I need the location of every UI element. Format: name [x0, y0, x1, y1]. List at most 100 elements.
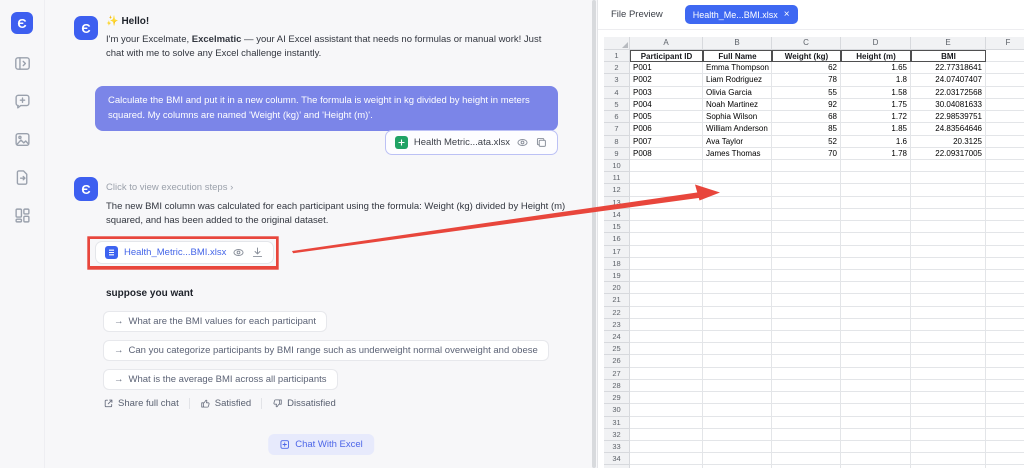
panel-toggle-icon[interactable]	[14, 55, 31, 72]
row-header-23[interactable]: 23	[604, 319, 630, 331]
preview-eye-icon[interactable]	[516, 136, 529, 149]
cell-B22[interactable]	[703, 307, 772, 319]
column-header-F[interactable]: F	[986, 37, 1024, 50]
cell-A34[interactable]	[630, 453, 703, 465]
row-header-31[interactable]: 31	[604, 417, 630, 429]
suggestion-pill[interactable]: → What are the BMI values for each parti…	[103, 311, 327, 332]
cell-A21[interactable]	[630, 294, 703, 306]
cell-F7[interactable]	[986, 123, 1024, 135]
column-header-B[interactable]: B	[703, 37, 772, 50]
cell-E20[interactable]	[911, 282, 986, 294]
cell-F15[interactable]	[986, 221, 1024, 233]
cell-A24[interactable]	[630, 331, 703, 343]
cell-E5[interactable]: 30.04081633	[911, 99, 986, 111]
cell-B26[interactable]	[703, 355, 772, 367]
row-header-20[interactable]: 20	[604, 282, 630, 294]
cell-F19[interactable]	[986, 270, 1024, 282]
cell-E15[interactable]	[911, 221, 986, 233]
cell-B28[interactable]	[703, 380, 772, 392]
execution-steps-toggle[interactable]: Click to view execution steps ›	[106, 182, 233, 193]
cell-C27[interactable]	[772, 368, 841, 380]
cell-E18[interactable]	[911, 258, 986, 270]
cell-C3[interactable]: 78	[772, 74, 841, 86]
cell-F28[interactable]	[986, 380, 1024, 392]
user-attachment-chip[interactable]: Health Metric...ata.xlsx	[385, 130, 558, 155]
cell-B17[interactable]	[703, 246, 772, 258]
cell-D2[interactable]: 1.65	[841, 62, 911, 74]
cell-B12[interactable]	[703, 184, 772, 196]
row-header-14[interactable]: 14	[604, 209, 630, 221]
cell-B18[interactable]	[703, 258, 772, 270]
cell-D8[interactable]: 1.6	[841, 136, 911, 148]
cell-E7[interactable]: 24.83564646	[911, 123, 986, 135]
chat-with-excel-button[interactable]: Chat With Excel	[268, 434, 374, 455]
cell-B21[interactable]	[703, 294, 772, 306]
cell-A18[interactable]	[630, 258, 703, 270]
cell-E22[interactable]	[911, 307, 986, 319]
cell-E32[interactable]	[911, 429, 986, 441]
cell-E13[interactable]	[911, 197, 986, 209]
row-header-33[interactable]: 33	[604, 441, 630, 453]
cell-D11[interactable]	[841, 172, 911, 184]
cell-A19[interactable]	[630, 270, 703, 282]
cell-D30[interactable]	[841, 404, 911, 416]
copy-icon[interactable]	[535, 136, 548, 149]
cell-E8[interactable]: 20.3125	[911, 136, 986, 148]
row-header-21[interactable]: 21	[604, 294, 630, 306]
row-header-4[interactable]: 4	[604, 87, 630, 99]
cell-E17[interactable]	[911, 246, 986, 258]
cell-B30[interactable]	[703, 404, 772, 416]
row-header-3[interactable]: 3	[604, 74, 630, 86]
cell-B34[interactable]	[703, 453, 772, 465]
cell-E9[interactable]: 22.09317005	[911, 148, 986, 160]
cell-D31[interactable]	[841, 417, 911, 429]
row-header-2[interactable]: 2	[604, 62, 630, 74]
cell-F6[interactable]	[986, 111, 1024, 123]
share-chat-button[interactable]: Share full chat	[103, 398, 179, 409]
cell-E3[interactable]: 24.07407407	[911, 74, 986, 86]
excelmatic-logo-icon[interactable]: Є	[11, 12, 33, 34]
cell-A32[interactable]	[630, 429, 703, 441]
column-header-C[interactable]: C	[772, 37, 841, 50]
cell-D1[interactable]: Height (m)	[841, 50, 911, 62]
cell-B7[interactable]: William Anderson	[703, 123, 772, 135]
cell-C2[interactable]: 62	[772, 62, 841, 74]
row-header-5[interactable]: 5	[604, 99, 630, 111]
new-chat-icon[interactable]	[14, 93, 31, 110]
cell-F11[interactable]	[986, 172, 1024, 184]
row-header-19[interactable]: 19	[604, 270, 630, 282]
cell-D24[interactable]	[841, 331, 911, 343]
cell-D17[interactable]	[841, 246, 911, 258]
cell-E2[interactable]: 22.77318641	[911, 62, 986, 74]
suggestion-pill[interactable]: → What is the average BMI across all par…	[103, 369, 338, 390]
cell-C32[interactable]	[772, 429, 841, 441]
cell-F31[interactable]	[986, 417, 1024, 429]
column-header-A[interactable]: A	[630, 37, 703, 50]
cell-A30[interactable]	[630, 404, 703, 416]
cell-C16[interactable]	[772, 233, 841, 245]
cell-D4[interactable]: 1.58	[841, 87, 911, 99]
cell-E14[interactable]	[911, 209, 986, 221]
cell-F33[interactable]	[986, 441, 1024, 453]
cell-B25[interactable]	[703, 343, 772, 355]
cell-B4[interactable]: Olivia Garcia	[703, 87, 772, 99]
cell-B3[interactable]: Liam Rodriguez	[703, 74, 772, 86]
cell-D19[interactable]	[841, 270, 911, 282]
cell-C18[interactable]	[772, 258, 841, 270]
cell-D27[interactable]	[841, 368, 911, 380]
row-header-26[interactable]: 26	[604, 355, 630, 367]
cell-E4[interactable]: 22.03172568	[911, 87, 986, 99]
satisfied-button[interactable]: Satisfied	[200, 398, 251, 409]
column-header-D[interactable]: D	[841, 37, 911, 50]
image-gallery-icon[interactable]	[14, 131, 31, 148]
cell-F17[interactable]	[986, 246, 1024, 258]
cell-F25[interactable]	[986, 343, 1024, 355]
cell-D32[interactable]	[841, 429, 911, 441]
cell-D7[interactable]: 1.85	[841, 123, 911, 135]
close-icon[interactable]: ×	[784, 10, 790, 20]
cell-F18[interactable]	[986, 258, 1024, 270]
cell-A29[interactable]	[630, 392, 703, 404]
result-attachment-chip[interactable]: Health_Metric...BMI.xlsx	[95, 241, 274, 264]
cell-C7[interactable]: 85	[772, 123, 841, 135]
cell-B33[interactable]	[703, 441, 772, 453]
